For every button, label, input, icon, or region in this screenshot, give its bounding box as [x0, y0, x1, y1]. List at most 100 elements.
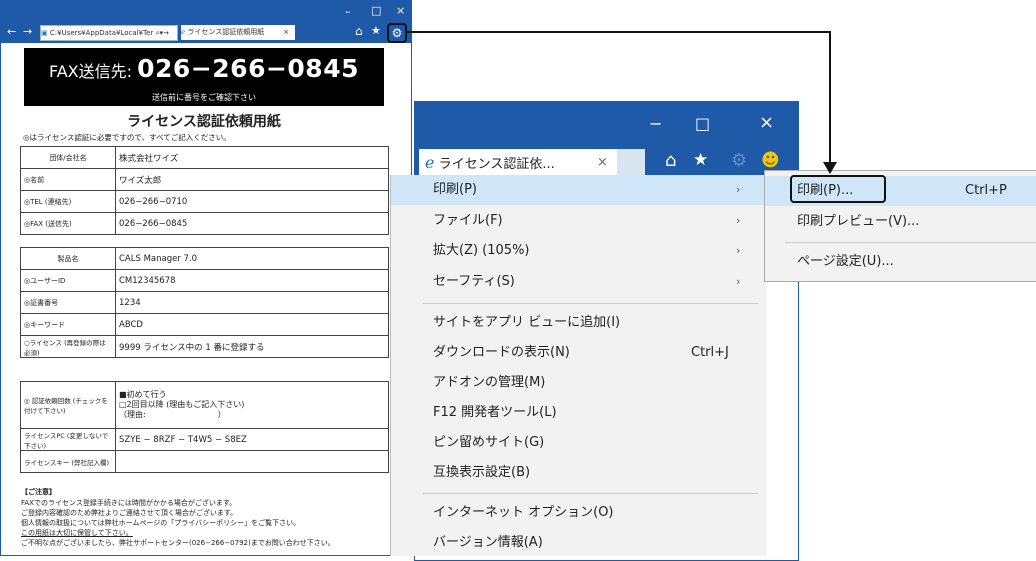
table-label: ◎名前 — [20, 168, 116, 191]
table-value: ワイズ太郎 — [115, 168, 389, 191]
menu-item-devtools[interactable]: F12 開発者ツール(L) — [391, 398, 766, 428]
chevron-right-icon: › — [736, 275, 741, 288]
chevron-right-icon: › — [736, 183, 741, 196]
table-row: ○ライセンス (再登録の際は必須) 9999 ライセンス中の 1 番に登録する — [20, 335, 389, 358]
menu-item-label: サイトをアプリ ビューに追加(I) — [433, 315, 621, 330]
gear-icon[interactable]: ⚙ — [731, 150, 747, 171]
product-table: 製品名 CALS Manager 7.0 ◎ユーザーID CM12345678 ◎証… — [20, 247, 389, 358]
minimize-button[interactable]: − — [649, 114, 662, 133]
menu-separator — [785, 242, 1036, 243]
fax-prefix: FAX送信先: — [49, 62, 133, 81]
table-row: ◎ 認証依頼回数 (チェックを付けて下さい) ■初めて行う □2回目以降 (理由… — [20, 381, 389, 429]
notes-header: 【ご注意】 — [21, 488, 56, 496]
table-value: 026−266−0710 — [115, 190, 389, 213]
menu-item-label: ファイル(F) — [433, 213, 503, 228]
table-label: ◎TEL (連絡先) — [20, 190, 116, 213]
large-browser-tab[interactable]: ℯ ライセンス認証依... × — [419, 149, 617, 176]
submenu-item-page-setup[interactable]: ページ設定(U)... — [765, 247, 1036, 277]
table-label: ライセンスキー (弊社記入欄) — [20, 450, 116, 473]
menu-item-label: 互換表示設定(B) — [433, 465, 531, 480]
table-value: ■初めて行う □2回目以降 (理由もご記入下さい) （理由: ） — [115, 381, 389, 429]
highlight-box — [790, 175, 886, 203]
menu-item-pinned-sites[interactable]: ピン留めサイト(G) — [391, 428, 766, 458]
menu-item-add-app-view[interactable]: サイトをアプリ ビューに追加(I) — [391, 308, 766, 338]
table-label: ◎FAX (送信先) — [20, 212, 116, 235]
ie-logo-icon: ℯ — [425, 153, 435, 172]
menu-item-label: ピン留めサイト(G) — [433, 435, 545, 450]
large-tab-title: ライセンス認証依... — [438, 157, 555, 172]
form-note: ◎はライセンス認証に必要ですので、すべてご記入ください。 — [23, 133, 231, 142]
table-label: ○ライセンス (再登録の際は必須) — [20, 335, 116, 358]
table-label: ◎ 認証依頼回数 (チェックを付けて下さい) — [20, 381, 116, 429]
table-row: ◎キーワード ABCD — [20, 313, 389, 336]
gear-icon[interactable]: ⚙ — [387, 23, 407, 43]
menu-item-about[interactable]: バージョン情報(A) — [391, 528, 766, 558]
note-line: 個人情報の取扱については弊社ホームページの「プライバシーポリシー」をご覧下さい。 — [21, 519, 301, 527]
table-value: 1234 — [115, 291, 389, 314]
submenu-item-label: 印刷プレビュー(V)... — [797, 214, 920, 229]
menu-item-internet-options[interactable]: インターネット オプション(O) — [391, 498, 766, 528]
favorites-star-icon[interactable]: ★ — [693, 150, 708, 170]
option-second-time: □2回目以降 (理由もご記入下さい) — [119, 400, 245, 409]
home-icon[interactable]: ⌂ — [355, 24, 363, 38]
maximize-button[interactable]: □ — [371, 4, 381, 17]
smiley-feedback-icon[interactable]: ☻ — [761, 150, 780, 171]
fax-note: 送信前に番号をご確認下さい — [152, 93, 256, 102]
menu-item-label: F12 開発者ツール(L) — [433, 405, 557, 420]
table-row: ◎TEL (連絡先) 026−266−0710 — [20, 190, 389, 213]
menu-item-file[interactable]: ファイル(F) › — [391, 206, 766, 236]
table-label: ◎ユーザーID — [20, 269, 116, 292]
large-title-bar — [415, 102, 798, 149]
refresh-icon[interactable]: → — [163, 29, 169, 37]
table-label: ライセンスPC (変更しないで下さい) — [20, 428, 116, 451]
menu-item-shortcut: Ctrl+J — [691, 345, 729, 360]
small-browser-tab[interactable]: ℯ ライセンス認証依頼用紙 × — [181, 25, 295, 40]
menu-item-addons[interactable]: アドオンの管理(M) — [391, 368, 766, 398]
option-first-time: ■初めて行う — [119, 390, 167, 399]
menu-item-zoom[interactable]: 拡大(Z) (105%) › — [391, 236, 766, 266]
submenu-item-print-preview[interactable]: 印刷プレビュー(V)... — [765, 207, 1036, 237]
new-tab-button[interactable] — [617, 149, 645, 176]
table-label: ◎キーワード — [20, 313, 116, 336]
table-value: 株式会社ワイズ — [115, 146, 389, 169]
table-row: ◎ユーザーID CM12345678 — [20, 269, 389, 292]
menu-item-label: 印刷(P) — [433, 182, 477, 197]
table-value: SZYE − 8RZF − T4W5 − S8EZ — [115, 428, 389, 451]
close-button[interactable]: × — [396, 4, 405, 17]
fax-number: 026−266−0845 — [137, 54, 359, 83]
menu-item-compat-view[interactable]: 互換表示設定(B) — [391, 458, 766, 488]
table-label: 団体/会社名 — [20, 146, 116, 169]
address-text: C:¥Users¥AppData¥Local¥Ter — [49, 29, 154, 37]
menu-item-label: アドオンの管理(M) — [433, 375, 546, 390]
table-row: 団体/会社名 株式会社ワイズ — [20, 146, 389, 169]
menu-item-safety[interactable]: セーフティ(S) › — [391, 267, 766, 297]
tab-close-icon[interactable]: × — [597, 149, 608, 176]
table-row: ライセンスキー (弊社記入欄) — [20, 450, 389, 473]
forward-icon[interactable]: → — [23, 25, 32, 38]
table-row: ◎証書番号 1234 — [20, 291, 389, 314]
small-tab-title: ライセンス認証依頼用紙 — [187, 28, 265, 36]
table-value: CALS Manager 7.0 — [115, 247, 389, 270]
home-icon[interactable]: ⌂ — [665, 150, 676, 171]
auth-table: ◎ 認証依頼回数 (チェックを付けて下さい) ■初めて行う □2回目以降 (理由… — [20, 381, 389, 473]
minimize-button[interactable]: – — [345, 5, 351, 18]
table-row: ◎名前 ワイズ太郎 — [20, 168, 389, 191]
table-row: ライセンスPC (変更しないで下さい) SZYE − 8RZF − T4W5 − … — [20, 428, 389, 451]
note-line: FAXでのライセンス登録手続きには時間がかかる場合がございます。 — [21, 499, 237, 507]
table-value — [115, 450, 389, 473]
table-label: 製品名 — [20, 247, 116, 270]
table-value: 026−266−0845 — [115, 212, 389, 235]
table-value: 9999 ライセンス中の 1 番に登録する — [115, 335, 389, 358]
table-value: CM12345678 — [115, 269, 389, 292]
close-button[interactable]: × — [759, 112, 774, 133]
contact-table: 団体/会社名 株式会社ワイズ ◎名前 ワイズ太郎 ◎TEL (連絡先) 026−266… — [20, 146, 389, 235]
address-bar[interactable]: ▣ C:¥Users¥AppData¥Local¥Ter ⌕▾→ — [40, 25, 178, 41]
tools-menu: 印刷(P) › ファイル(F) › 拡大(Z) (105%) › セーフティ(S… — [390, 175, 766, 556]
maximize-button[interactable]: □ — [695, 114, 710, 133]
back-icon[interactable]: ← — [7, 25, 16, 38]
favorites-icon[interactable]: ★ — [371, 24, 381, 37]
menu-item-print[interactable]: 印刷(P) › — [391, 175, 766, 205]
table-row: ◎FAX (送信先) 026−266−0845 — [20, 212, 389, 235]
menu-item-downloads[interactable]: ダウンロードの表示(N) Ctrl+J — [391, 338, 766, 368]
tab-close-icon[interactable]: × — [283, 25, 289, 40]
